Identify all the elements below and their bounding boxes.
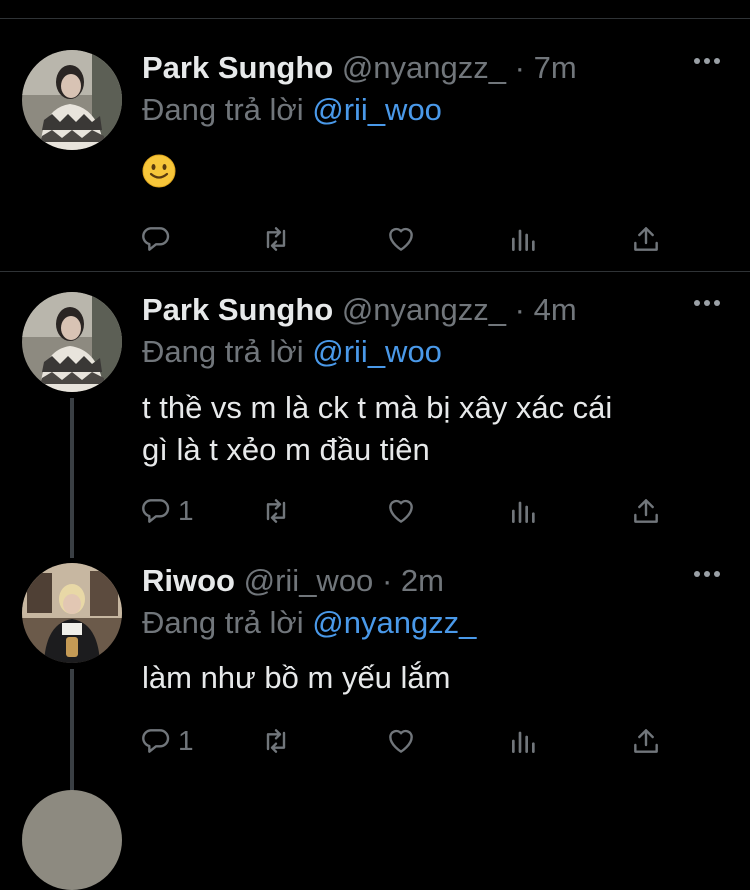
more-options-icon[interactable] <box>694 571 720 581</box>
views-icon <box>512 501 535 523</box>
retweet-button[interactable] <box>260 494 292 528</box>
views-button[interactable] <box>508 724 540 758</box>
like-button[interactable] <box>385 222 417 256</box>
tweet-actions: 1 <box>140 724 680 758</box>
reply-icon <box>142 499 170 523</box>
display-name[interactable]: Park Sungho <box>142 50 333 85</box>
tweet-divider <box>0 271 750 272</box>
views-icon <box>512 731 535 753</box>
retweet-icon <box>266 499 286 523</box>
reply-icon <box>142 227 170 251</box>
views-button[interactable] <box>508 222 540 256</box>
handle[interactable]: @nyangzz_ <box>342 50 506 85</box>
reply-context: Đang trả lời @rii_woo <box>142 92 442 128</box>
reply-context: Đang trả lời @rii_woo <box>142 334 442 370</box>
avatar[interactable] <box>22 563 122 663</box>
reply-context: Đang trả lời @nyangzz_ <box>142 605 476 641</box>
retweet-icon <box>266 729 286 753</box>
share-icon <box>634 227 658 251</box>
next-tweet-avatar[interactable] <box>22 790 122 890</box>
share-icon <box>634 729 658 753</box>
mention-link[interactable]: @nyangzz_ <box>312 605 476 640</box>
reply-count: 1 <box>178 495 194 526</box>
timestamp[interactable]: · 7m <box>515 50 577 85</box>
views-icon <box>512 229 535 251</box>
replying-to-label: Đang trả lời <box>142 334 304 369</box>
timestamp[interactable]: · 2m <box>382 563 444 598</box>
display-name[interactable]: Riwoo <box>142 563 235 598</box>
retweet-button[interactable] <box>260 222 292 256</box>
timestamp[interactable]: · 4m <box>515 292 577 327</box>
heart-icon <box>389 227 413 251</box>
tweet-header: Park Sungho @nyangzz_ · 7m <box>142 50 577 86</box>
thread-line <box>70 669 74 809</box>
tweet-text-line: làm như bồ m yếu lắm <box>142 660 451 695</box>
retweet-button[interactable] <box>260 724 292 758</box>
top-divider <box>0 18 750 19</box>
more-options-icon[interactable] <box>694 58 720 68</box>
share-button[interactable] <box>630 494 662 528</box>
mention-link[interactable]: @rii_woo <box>312 334 442 369</box>
reply-count: 1 <box>178 725 194 756</box>
avatar[interactable] <box>22 292 122 392</box>
mention-link[interactable]: @rii_woo <box>312 92 442 127</box>
tweet-text: làm như bồ m yếu lắm <box>142 657 451 699</box>
share-button[interactable] <box>630 222 662 256</box>
tweet-header: Park Sungho @nyangzz_ · 4m <box>142 292 577 328</box>
tweet-text-line: gì là t xẻo m đầu tiên <box>142 432 430 467</box>
tweet-actions: 1 <box>140 494 680 528</box>
handle[interactable]: @rii_woo <box>244 563 374 598</box>
share-button[interactable] <box>630 724 662 758</box>
retweet-icon <box>266 227 286 251</box>
reply-button[interactable]: 1 <box>140 494 194 528</box>
handle[interactable]: @nyangzz_ <box>342 292 506 327</box>
replying-to-label: Đang trả lời <box>142 92 304 127</box>
views-button[interactable] <box>508 494 540 528</box>
reply-icon <box>142 729 170 753</box>
avatar[interactable] <box>22 50 122 150</box>
tweet-text <box>142 154 176 199</box>
tweet-header: Riwoo @rii_woo · 2m <box>142 563 444 599</box>
reply-button[interactable]: 1 <box>140 724 194 758</box>
like-button[interactable] <box>385 724 417 758</box>
tweet-text-line: t thề vs m là ck t mà bị xây xác cái <box>142 390 613 425</box>
like-button[interactable] <box>385 494 417 528</box>
tweet-text: t thề vs m là ck t mà bị xây xác cái gì … <box>142 387 612 471</box>
replying-to-label: Đang trả lời <box>142 605 304 640</box>
heart-icon <box>389 729 413 753</box>
tweet-actions <box>140 222 680 256</box>
display-name[interactable]: Park Sungho <box>142 292 333 327</box>
heart-icon <box>389 499 413 523</box>
thread-line <box>70 398 74 558</box>
more-options-icon[interactable] <box>694 300 720 310</box>
share-icon <box>634 499 658 523</box>
reply-button[interactable] <box>140 222 178 256</box>
slightly-smiling-face-icon <box>142 154 176 188</box>
